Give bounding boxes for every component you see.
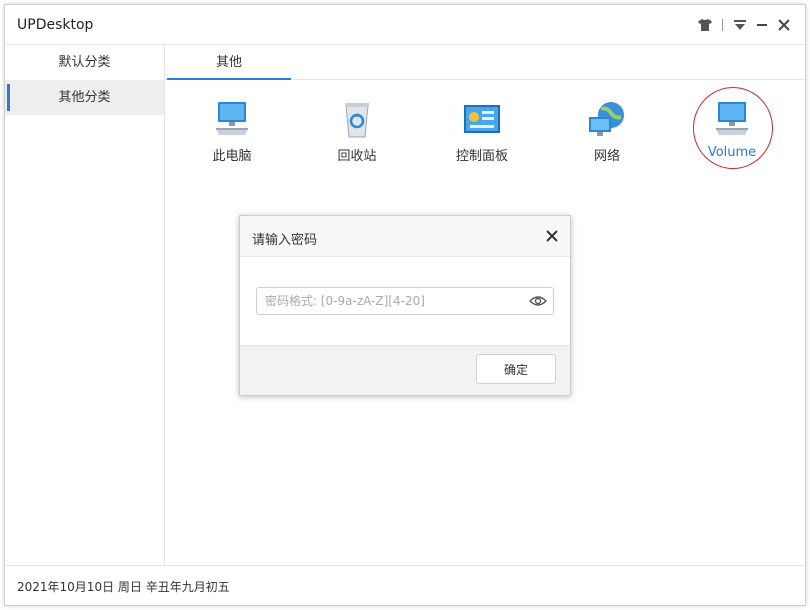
skin-shirt-icon[interactable]: [694, 15, 716, 35]
desktop-item-label: 此电脑: [212, 149, 252, 164]
desktop-item-label: 网络: [593, 149, 620, 164]
status-footer: 2021年10月10日 周日 辛丑年九月初五: [5, 565, 805, 605]
password-input[interactable]: [265, 293, 515, 309]
network-icon: [587, 99, 627, 139]
category-sidebar: 默认分类 其他分类: [5, 45, 165, 565]
desktop-item-label: 控制面板: [455, 149, 508, 164]
desktop-item-this-pc[interactable]: 此电脑: [192, 95, 272, 165]
volume-computer-icon: [712, 99, 752, 139]
desktop-item-label: Volume: [707, 145, 757, 160]
minimize-icon[interactable]: [751, 15, 773, 35]
desktop-item-volume[interactable]: Volume: [692, 95, 772, 165]
titlebar-separator: [722, 19, 723, 31]
desktop-item-recycle-bin[interactable]: 回收站: [317, 95, 397, 165]
sidebar-item-default-category[interactable]: 默认分类: [5, 45, 164, 80]
desktop-icon-grid: 此电脑 回收站 控制面板 网络 Volume: [165, 87, 805, 175]
dialog-footer: 确定: [240, 345, 570, 395]
dropdown-menu-icon[interactable]: [729, 15, 751, 35]
title-bar: UPDesktop: [5, 5, 805, 45]
tab-other[interactable]: 其他: [167, 45, 291, 80]
show-password-eye-icon[interactable]: [529, 293, 547, 309]
desktop-item-label: 回收站: [337, 149, 377, 164]
confirm-button[interactable]: 确定: [476, 354, 556, 384]
desktop-item-control-panel[interactable]: 控制面板: [442, 95, 522, 165]
dialog-title: 请输入密码: [252, 233, 318, 248]
dialog-close-icon[interactable]: [544, 228, 560, 244]
date-display: 2021年10月10日 周日 辛丑年九月初五: [17, 580, 230, 594]
control-panel-icon: [462, 99, 502, 139]
tab-bar: 其他: [165, 45, 805, 80]
password-field: [256, 287, 554, 315]
app-window: UPDesktop 默认分类 其他分类 其他 此电脑 回收站 控制面板 网络 V…: [4, 4, 806, 606]
recycle-bin-icon: [337, 99, 377, 139]
computer-icon: [212, 99, 252, 139]
dialog-header: 请输入密码: [240, 216, 570, 257]
sidebar-item-other-category[interactable]: 其他分类: [5, 80, 164, 115]
close-icon[interactable]: [773, 15, 795, 35]
app-title: UPDesktop: [17, 17, 94, 33]
password-dialog: 请输入密码 确定: [239, 215, 571, 396]
window-controls: [694, 15, 795, 35]
desktop-item-network[interactable]: 网络: [567, 95, 647, 165]
